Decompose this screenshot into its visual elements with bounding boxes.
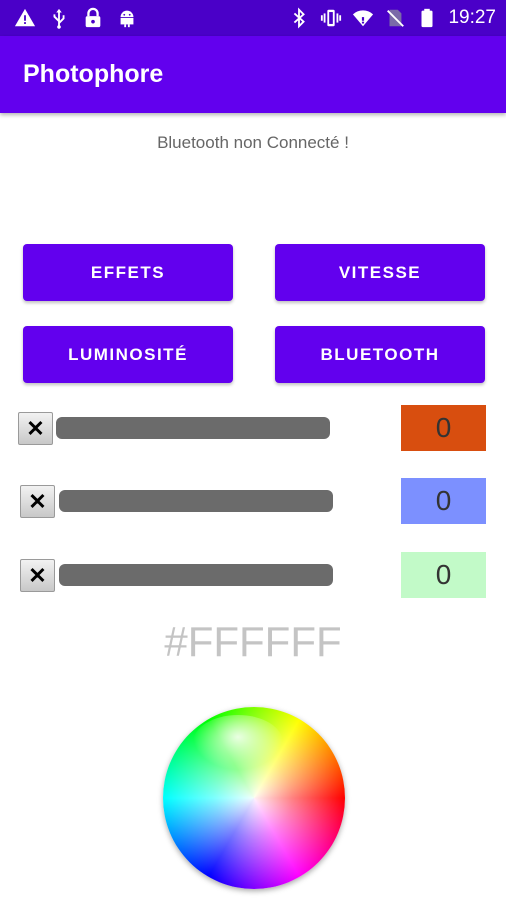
bluetooth-button[interactable]: BLUETOOTH [275, 326, 485, 383]
vibrate-icon [321, 9, 342, 27]
app-title: Photophore [23, 60, 164, 88]
effects-button[interactable]: EFFETS [23, 244, 233, 301]
app-bar: Photophore [0, 36, 506, 113]
blue-channel-row: ✕ 0 [0, 476, 506, 526]
green-value: 0 [401, 552, 486, 598]
red-clear-button[interactable]: ✕ [18, 412, 53, 445]
blue-value: 0 [401, 478, 486, 524]
color-wheel-gloss [193, 715, 283, 770]
color-wheel[interactable] [163, 707, 345, 889]
speed-button[interactable]: VITESSE [275, 244, 485, 301]
brightness-button[interactable]: LUMINOSITÉ [23, 326, 233, 383]
connection-status: Bluetooth non Connecté ! [157, 133, 349, 152]
status-bar-left [14, 7, 138, 29]
status-bar: 19:27 [0, 0, 506, 36]
warning-icon [14, 8, 36, 27]
battery-icon [421, 8, 433, 28]
red-value: 0 [401, 405, 486, 451]
blue-clear-button[interactable]: ✕ [20, 485, 55, 518]
blue-slider[interactable] [59, 490, 333, 512]
green-channel-row: ✕ 0 [0, 550, 506, 600]
status-bar-right: 19:27 [288, 7, 496, 29]
bluetooth-icon [294, 7, 306, 29]
green-slider[interactable] [59, 564, 333, 586]
red-channel-row: ✕ 0 [0, 403, 506, 453]
usb-icon [53, 8, 65, 29]
hex-color-value: #FFFFFF [164, 618, 342, 665]
clock: 19:27 [448, 7, 496, 28]
no-sim-icon [387, 9, 405, 27]
android-icon [120, 10, 134, 28]
red-slider[interactable] [56, 417, 330, 439]
lock-icon [85, 7, 101, 28]
green-clear-button[interactable]: ✕ [20, 559, 55, 592]
wifi-icon [353, 10, 374, 27]
